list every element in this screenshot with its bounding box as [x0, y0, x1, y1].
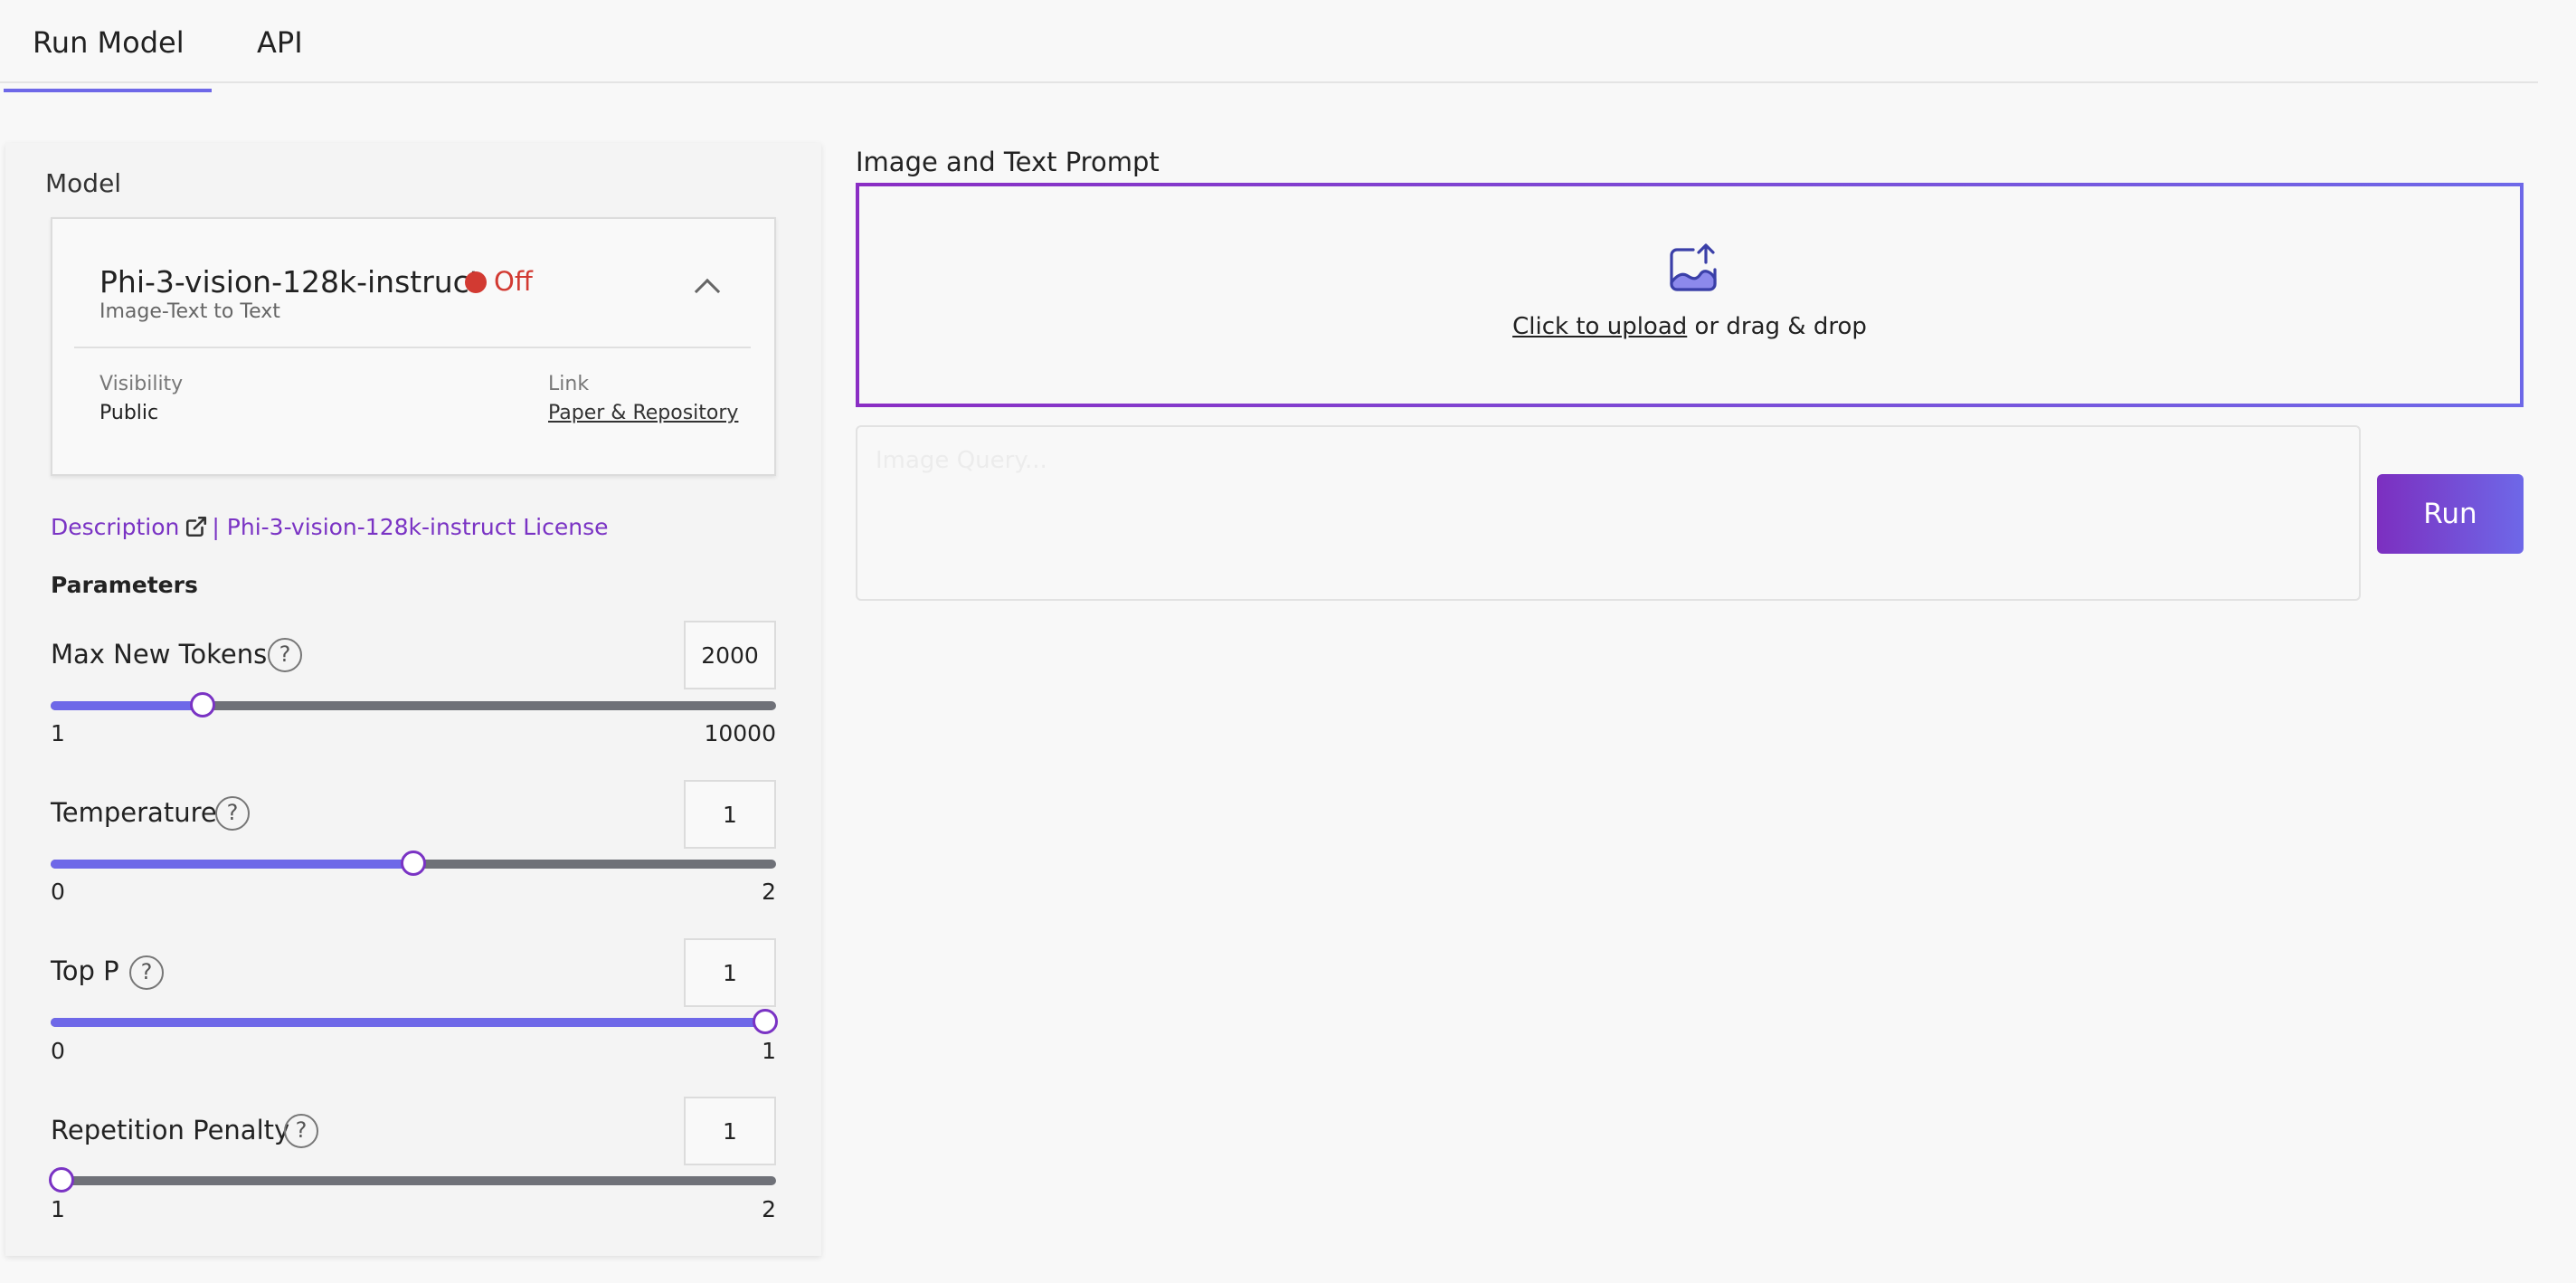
temperature-slider[interactable]: [51, 851, 776, 876]
image-query-input[interactable]: [856, 425, 2361, 601]
external-link-icon[interactable]: [185, 515, 208, 538]
run-button[interactable]: Run: [2377, 474, 2524, 554]
max-new-tokens-input[interactable]: [684, 621, 776, 689]
top-p-min: 0: [51, 1038, 65, 1064]
temperature-input[interactable]: [684, 780, 776, 849]
slider-fill: [51, 1018, 765, 1027]
top-p-slider[interactable]: [51, 1009, 778, 1034]
slider-fill: [51, 701, 203, 710]
license-link[interactable]: Phi-3-vision-128k-instruct License: [227, 514, 609, 540]
upload-instructions: Click to upload or drag & drop: [859, 313, 2520, 340]
status-badge: Off: [494, 266, 533, 297]
tab-run-model[interactable]: Run Model: [4, 25, 212, 92]
description-link[interactable]: Description: [51, 514, 179, 540]
repetition-penalty-help-icon[interactable]: ?: [284, 1114, 318, 1148]
max-new-tokens-slider[interactable]: [51, 692, 776, 718]
upload-suffix: or drag & drop: [1687, 313, 1867, 340]
max-new-tokens-min: 1: [51, 720, 65, 746]
card-divider: [74, 347, 751, 348]
paper-repository-link[interactable]: Paper & Repository: [548, 402, 738, 424]
model-name: Phi-3-vision-128k-instruct: [99, 264, 481, 299]
model-section-label: Model: [45, 168, 122, 198]
top-p-input[interactable]: [684, 938, 776, 1007]
separator: |: [212, 514, 220, 540]
temperature-label: Temperature: [51, 797, 217, 828]
temperature-min: 0: [51, 879, 65, 905]
slider-thumb[interactable]: [190, 692, 215, 718]
repetition-penalty-max: 2: [762, 1196, 776, 1222]
tab-bar: Run Model API: [0, 0, 2538, 92]
temperature-max: 2: [762, 879, 776, 905]
slider-thumb[interactable]: [49, 1167, 74, 1193]
max-new-tokens-help-icon[interactable]: ?: [268, 638, 302, 672]
visibility-label: Visibility: [99, 373, 184, 395]
temperature-help-icon[interactable]: ?: [215, 796, 250, 831]
tab-api[interactable]: API: [257, 25, 303, 60]
top-p-help-icon[interactable]: ?: [129, 955, 164, 990]
top-p-max: 1: [762, 1038, 776, 1064]
slider-fill: [51, 860, 413, 869]
repetition-penalty-label: Repetition Penalty: [51, 1115, 290, 1145]
upload-dropzone[interactable]: Click to upload or drag & drop: [856, 183, 2524, 407]
click-to-upload-link[interactable]: Click to upload: [1512, 313, 1687, 340]
slider-thumb[interactable]: [401, 851, 426, 876]
repetition-penalty-slider[interactable]: [49, 1167, 776, 1193]
repetition-penalty-min: 1: [51, 1196, 65, 1222]
slider-thumb[interactable]: [753, 1009, 778, 1034]
status-dot-icon: [465, 271, 487, 293]
prompt-label: Image and Text Prompt: [856, 147, 1160, 177]
link-label: Link: [548, 373, 590, 395]
max-new-tokens-label: Max New Tokens: [51, 639, 268, 670]
repetition-penalty-input[interactable]: [684, 1097, 776, 1165]
visibility-value: Public: [99, 402, 159, 424]
chevron-up-icon[interactable]: [694, 278, 721, 305]
max-new-tokens-max: 10000: [704, 720, 776, 746]
upload-image-icon: [1670, 243, 1717, 291]
top-p-label: Top P: [51, 955, 119, 986]
parameters-heading: Parameters: [51, 572, 198, 598]
model-type: Image-Text to Text: [99, 300, 280, 323]
model-card: Phi-3-vision-128k-instruct Off Image-Tex…: [51, 217, 776, 476]
description-row: Description | Phi-3-vision-128k-instruct …: [51, 514, 609, 540]
